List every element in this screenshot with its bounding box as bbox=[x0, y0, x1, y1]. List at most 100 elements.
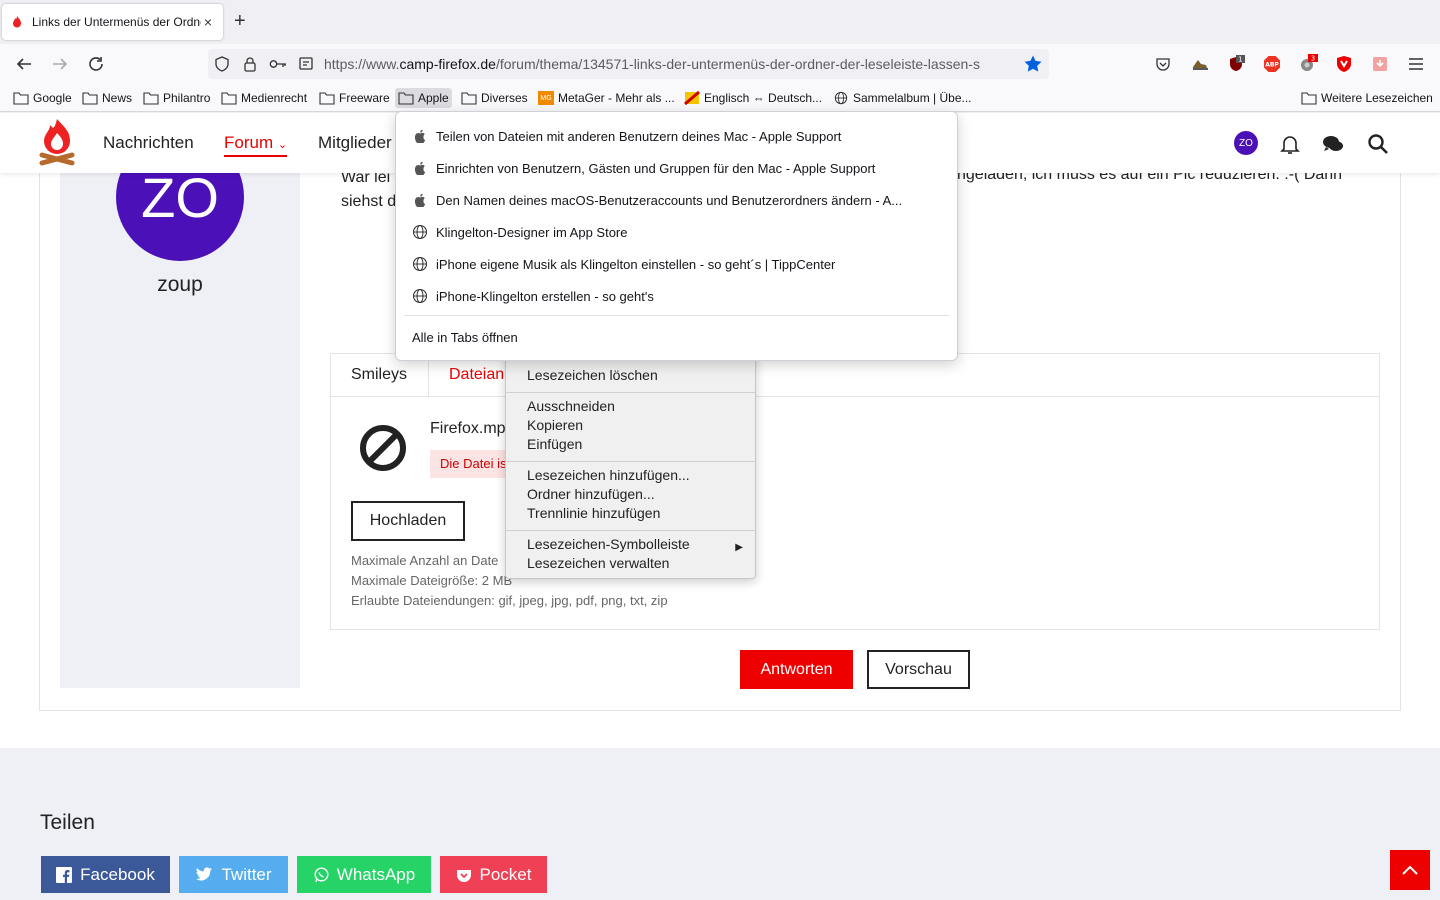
fire-favicon-icon bbox=[13, 16, 21, 28]
bookmark-metager[interactable]: MG MetaGer - Mehr als ... bbox=[535, 88, 678, 108]
reload-button[interactable] bbox=[86, 54, 106, 74]
bookmark-folder-philantro[interactable]: Philantro bbox=[140, 88, 213, 108]
nav-nachrichten[interactable]: Nachrichten bbox=[103, 133, 194, 153]
share-title: Teilen bbox=[40, 811, 95, 834]
share-pocket-button[interactable]: Pocket bbox=[440, 856, 547, 893]
ctx-add-bookmark[interactable]: Lesezeichen hinzufügen... bbox=[527, 467, 690, 486]
folder-icon bbox=[319, 92, 335, 105]
ctx-separator bbox=[506, 461, 755, 462]
search-icon[interactable] bbox=[1367, 133, 1389, 155]
url-text[interactable]: https://www.camp-firefox.de/forum/thema/… bbox=[324, 56, 1014, 72]
popup-bookmark-item[interactable]: Teilen von Dateien mit anderen Benutzern… bbox=[412, 122, 942, 150]
attachment-error: Die Datei is bbox=[430, 450, 517, 478]
extension-gear-icon[interactable]: 3 bbox=[1298, 54, 1318, 74]
ctx-add-separator[interactable]: Trennlinie hinzufügen bbox=[527, 505, 660, 524]
ctx-separator bbox=[506, 392, 755, 393]
bookmark-folder-popup: Teilen von Dateien mit anderen Benutzern… bbox=[395, 111, 958, 361]
brave-shield-icon[interactable] bbox=[1334, 54, 1354, 74]
reload-icon bbox=[89, 57, 103, 71]
pocket-icon[interactable] bbox=[1153, 54, 1173, 74]
bookmark-folder-medienrecht[interactable]: Medienrecht bbox=[218, 88, 310, 108]
lock-icon[interactable] bbox=[236, 49, 264, 79]
ctx-add-folder[interactable]: Ordner hinzufügen... bbox=[527, 486, 655, 505]
folder-icon bbox=[461, 92, 477, 105]
popup-bookmark-item[interactable]: Klingelton-Designer im App Store bbox=[412, 218, 942, 246]
user-avatar[interactable]: ZO bbox=[1234, 131, 1258, 155]
reply-button[interactable]: Antworten bbox=[740, 650, 853, 689]
upload-button[interactable]: Hochladen bbox=[351, 501, 465, 541]
metager-icon: MG bbox=[538, 91, 554, 105]
url-bar[interactable]: https://www.camp-firefox.de/forum/thema/… bbox=[208, 49, 1049, 79]
tab-attachments[interactable]: Dateian bbox=[449, 366, 504, 384]
post-author-name[interactable]: zoup bbox=[60, 273, 300, 297]
tab-smileys[interactable]: Smileys bbox=[351, 366, 407, 384]
download-extension-icon[interactable] bbox=[1370, 54, 1390, 74]
tab-close-icon[interactable]: × bbox=[201, 14, 215, 30]
pocket-icon bbox=[456, 869, 471, 882]
other-bookmarks-folder[interactable]: Weitere Lesezeichen bbox=[1298, 88, 1436, 108]
ctx-manage-bookmarks[interactable]: Lesezeichen verwalten bbox=[527, 555, 669, 574]
globe-icon bbox=[412, 288, 428, 304]
hamburger-menu-icon[interactable] bbox=[1406, 54, 1426, 74]
share-whatsapp-button[interactable]: WhatsApp bbox=[297, 856, 431, 893]
svg-text:3: 3 bbox=[1311, 55, 1315, 63]
key-icon[interactable] bbox=[264, 49, 292, 79]
bookmark-context-menu: Lesezeichen bearbeiten... Lesezeichen lö… bbox=[505, 346, 756, 579]
share-section: Teilen Facebook Twitter WhatsApp Pocket bbox=[0, 748, 1440, 900]
share-twitter-button[interactable]: Twitter bbox=[179, 856, 288, 893]
bookmark-englisch-deutsch[interactable]: Englisch ⇔ Deutsch... bbox=[681, 88, 825, 108]
popup-bookmark-item[interactable]: Einrichten von Benutzern, Gästen und Gru… bbox=[412, 154, 942, 182]
ctx-paste[interactable]: Einfügen bbox=[527, 436, 582, 455]
reader-view-icon[interactable] bbox=[292, 49, 320, 79]
bookmark-folder-news[interactable]: News bbox=[79, 88, 135, 108]
nav-forum[interactable]: Forum ⌄ bbox=[224, 133, 288, 157]
popup-bookmark-item[interactable]: iPhone-Klingelton erstellen - so geht's bbox=[412, 282, 942, 310]
arrow-right-icon bbox=[53, 58, 68, 70]
nav-mitglieder[interactable]: Mitglieder bbox=[318, 133, 392, 153]
bookmark-folder-diverses[interactable]: Diverses bbox=[458, 88, 531, 108]
popup-bookmark-item[interactable]: iPhone eigene Musik als Klingelton einst… bbox=[412, 250, 942, 278]
bookmark-folder-apple[interactable]: Apple bbox=[395, 88, 452, 108]
open-all-in-tabs[interactable]: Alle in Tabs öffnen bbox=[412, 323, 942, 351]
share-facebook-button[interactable]: Facebook bbox=[41, 856, 170, 893]
ublock-icon[interactable]: 1 bbox=[1226, 54, 1246, 74]
folder-icon bbox=[221, 92, 237, 105]
apple-icon bbox=[412, 192, 428, 208]
apple-icon bbox=[412, 160, 428, 176]
apple-icon bbox=[412, 128, 428, 144]
ctx-bookmarks-toolbar[interactable]: Lesezeichen-Symbolleiste bbox=[527, 536, 690, 555]
ctx-copy[interactable]: Kopieren bbox=[527, 417, 583, 436]
bookmark-sammelalbum[interactable]: Sammelalbum | Übe... bbox=[830, 88, 975, 108]
leo-dictionary-icon bbox=[684, 91, 700, 105]
folder-icon bbox=[143, 92, 159, 105]
blocked-file-icon bbox=[360, 425, 406, 471]
ctx-cut[interactable]: Ausschneiden bbox=[527, 398, 615, 417]
tab-strip: Links der Untermenüs der Ordner der Lese… bbox=[0, 0, 1440, 44]
whatsapp-icon bbox=[314, 866, 329, 882]
popup-bookmark-item[interactable]: Den Namen deines macOS-Benutzeraccounts … bbox=[412, 186, 942, 214]
camp-firefox-logo-icon[interactable] bbox=[38, 117, 76, 167]
extension-shoe-icon[interactable] bbox=[1190, 54, 1210, 74]
bookmark-folder-freeware[interactable]: Freeware bbox=[316, 88, 393, 108]
scroll-to-top-button[interactable] bbox=[1390, 850, 1430, 890]
forward-button[interactable] bbox=[50, 54, 70, 74]
twitter-icon bbox=[196, 867, 213, 881]
bookmark-star-icon[interactable] bbox=[1023, 54, 1043, 74]
preview-button[interactable]: Vorschau bbox=[867, 650, 970, 689]
ctx-separator bbox=[506, 530, 755, 531]
conversations-icon[interactable] bbox=[1322, 133, 1344, 155]
tracking-shield-icon[interactable] bbox=[208, 49, 236, 79]
back-button[interactable] bbox=[14, 54, 34, 74]
bookmarks-toolbar: Google News Philantro Medienrecht Freewa… bbox=[0, 84, 1440, 112]
bookmark-folder-google[interactable]: Google bbox=[10, 88, 75, 108]
svg-text:ABP: ABP bbox=[1265, 62, 1279, 69]
facebook-icon bbox=[56, 866, 73, 883]
new-tab-button[interactable]: + bbox=[234, 10, 246, 33]
chevron-up-icon bbox=[1402, 865, 1418, 875]
folder-icon bbox=[13, 92, 29, 105]
globe-icon bbox=[834, 91, 848, 105]
browser-tab[interactable]: Links der Untermenüs der Ordner der Lese… bbox=[2, 4, 223, 40]
ctx-delete-bookmark[interactable]: Lesezeichen löschen bbox=[527, 367, 658, 386]
adblock-plus-icon[interactable]: ABP bbox=[1262, 54, 1282, 74]
bell-icon[interactable] bbox=[1279, 133, 1301, 155]
